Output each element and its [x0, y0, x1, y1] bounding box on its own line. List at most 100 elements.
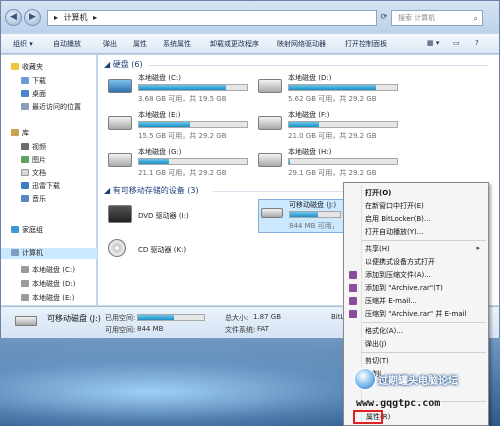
details-free-label: 可用空间:	[105, 326, 136, 334]
menu-item-open[interactable]: 打开(O)	[365, 188, 391, 198]
sidebar-item-videos[interactable]: 视频	[21, 142, 46, 152]
collapse-chevron-icon: ◢	[104, 60, 113, 69]
menu-item-enable-bitlocker[interactable]: 启用 BitLocker(B)...	[365, 214, 431, 224]
back-button[interactable]: ◀	[5, 9, 22, 26]
library-icon	[11, 129, 19, 136]
sidebar-item-library[interactable]: 库	[11, 128, 29, 138]
view-options-icon[interactable]: ▦ ▾	[427, 39, 439, 47]
help-icon[interactable]: ?	[475, 39, 479, 47]
usage-bar-fill	[139, 122, 190, 127]
recent-places-icon	[21, 103, 29, 110]
sidebar-item-recent[interactable]: 最近访问的位置	[21, 102, 81, 112]
drive-tile-dvd[interactable]: DVD 驱动器 (I:)	[108, 203, 258, 237]
control-panel-button[interactable]: 打开控制面板	[345, 39, 387, 49]
group-header-removable[interactable]: ◢ 有可移动存储的设备 (3)	[104, 185, 199, 196]
details-usage-bar-fill	[138, 315, 175, 320]
sidebar-item-disk-e[interactable]: 本地磁盘 (E:)	[21, 293, 74, 303]
drive-name: 本地磁盘 (E:)	[138, 111, 181, 119]
properties-button[interactable]: 属性	[133, 39, 147, 49]
drive-name: 本地磁盘 (D:)	[288, 74, 332, 82]
sidebar-item-computer[interactable]: 计算机	[1, 248, 97, 259]
drive-name: 本地磁盘 (C:)	[138, 74, 181, 82]
details-total-label: 总大小:	[225, 314, 249, 322]
menu-item-add-archive-rar[interactable]: 添加到 "Archive.rar"(T)	[365, 283, 443, 293]
usage-bar-fill	[290, 212, 318, 217]
usage-bar-fill	[139, 159, 170, 164]
autoplay-button[interactable]: 自动播放	[53, 39, 81, 49]
drive-tile-g[interactable]: 本地磁盘 (G:) 21.1 GB 可用，共 29.2 GB	[108, 147, 258, 181]
sidebar-item-documents[interactable]: 文档	[21, 168, 46, 178]
menu-item-open-autoplay[interactable]: 打开自动播放(Y)...	[365, 227, 423, 237]
forward-button[interactable]: ▶	[24, 9, 41, 26]
group-header-hard-disks[interactable]: ◢ 硬盘 (6)	[104, 59, 143, 70]
address-segment-computer[interactable]: 计算机	[64, 13, 88, 22]
drive-tile-d[interactable]: 本地磁盘 (D:) 5.62 GB 可用，共 29.2 GB	[258, 73, 408, 107]
usage-bar-fill	[139, 85, 227, 90]
search-icon[interactable]: ⌕	[474, 12, 478, 26]
cd-disc-icon	[108, 239, 126, 257]
sidebar-item-homegroup[interactable]: 家庭组	[11, 225, 43, 235]
usage-bar	[289, 211, 341, 218]
uninstall-button[interactable]: 卸载或更改程序	[210, 39, 259, 49]
drive-free-text: 5.62 GB 可用，共 29.2 GB	[288, 95, 377, 103]
menu-item-compress-rar-email[interactable]: 压缩到 "Archive.rar" 并 E-mail	[365, 309, 467, 319]
drive-name: DVD 驱动器 (I:)	[138, 212, 189, 220]
system-properties-button[interactable]: 系统属性	[163, 39, 191, 49]
download-folder-icon	[21, 77, 29, 84]
sidebar-item-pictures[interactable]: 图片	[21, 155, 46, 165]
drive-tile-cd[interactable]: CD 驱动器 (K:)	[108, 239, 258, 273]
menu-item-compress-email[interactable]: 压缩并 E-mail...	[365, 296, 417, 306]
refresh-icon[interactable]: ⟳	[379, 11, 389, 23]
sidebar-item-favorites[interactable]: 收藏夹	[11, 62, 43, 72]
menu-item-portable-open[interactable]: 以便携式设备方式打开	[365, 257, 435, 267]
document-icon	[21, 169, 29, 176]
sidebar-item-desktop[interactable]: 桌面	[21, 89, 46, 99]
usage-bar	[138, 84, 248, 91]
menu-item-open-new-window[interactable]: 在新窗口中打开(E)	[365, 201, 424, 211]
organize-button[interactable]: 组织 ▾	[13, 39, 33, 49]
drive-name: 本地磁盘 (G:)	[138, 148, 182, 156]
drive-tile-c[interactable]: 本地磁盘 (C:) 3.68 GB 可用，共 19.5 GB	[108, 73, 258, 107]
search-input[interactable]: 搜索 计算机 ⌕	[391, 10, 483, 26]
details-used-label: 已用空间:	[105, 314, 136, 322]
hard-drive-icon	[258, 116, 282, 130]
dvd-drive-icon	[108, 205, 132, 223]
drive-tile-usb-selected[interactable]: 可移动磁盘 (J:) 844 MB 可用，	[258, 199, 348, 233]
sidebar-item-music[interactable]: 音乐	[21, 194, 46, 204]
sidebar-item-downloads[interactable]: 下载	[21, 76, 46, 86]
sidebar-item-disk-d[interactable]: 本地磁盘 (D:)	[21, 279, 75, 289]
usage-bar	[138, 158, 248, 165]
collapse-chevron-icon: ◢	[104, 186, 113, 195]
eject-button[interactable]: 弹出	[103, 39, 117, 49]
drive-tile-e[interactable]: 本地磁盘 (E:) 15.5 GB 可用，共 29.2 GB	[108, 110, 258, 144]
menu-item-add-archive[interactable]: 添加到压缩文件(A)...	[365, 270, 431, 280]
watermark-url: www.gqgtpc.com	[356, 398, 441, 409]
winrar-icon	[349, 271, 357, 279]
menu-item-eject[interactable]: 弹出(J)	[365, 339, 387, 349]
details-usage-bar	[137, 314, 205, 321]
usage-bar-fill	[289, 122, 320, 127]
sidebar-item-disk-c[interactable]: 本地磁盘 (C:)	[21, 265, 75, 275]
address-chevron-icon[interactable]: ▸	[93, 13, 97, 22]
drive-tile-h[interactable]: 本地磁盘 (H:) 29.1 GB 可用，共 29.2 GB	[258, 147, 408, 181]
watermark: 过期罐头电脑论坛 www.gqgtpc.com	[350, 362, 500, 416]
winrar-icon	[349, 297, 357, 305]
drive-tile-f[interactable]: 本地磁盘 (F:) 21.0 GB 可用，共 29.2 GB	[258, 110, 408, 144]
details-drive-name: 可移动磁盘 (J:)	[47, 314, 101, 323]
command-bar: 组织 ▾ 自动播放 弹出 属性 系统属性 卸载或更改程序 映射网络驱动器 打开控…	[1, 34, 499, 54]
watermark-forum-name: 过期罐头电脑论坛	[378, 376, 458, 387]
search-placeholder: 搜索 计算机	[398, 14, 436, 22]
address-root-icon: ▸	[54, 13, 59, 22]
menu-separator	[362, 322, 486, 323]
usage-bar	[138, 121, 248, 128]
map-drive-button[interactable]: 映射网络驱动器	[277, 39, 326, 49]
preview-pane-icon[interactable]: ▭	[453, 39, 460, 47]
sidebar-item-xunlei[interactable]: 迅雷下载	[21, 181, 60, 191]
drive-name: CD 驱动器 (K:)	[138, 246, 187, 254]
menu-item-format[interactable]: 格式化(A)...	[365, 326, 403, 336]
menu-item-share[interactable]: 共享(H)	[365, 244, 390, 254]
drive-free-text: 21.1 GB 可用，共 29.2 GB	[138, 169, 227, 177]
address-bar[interactable]: ▸ 计算机 ▸	[47, 10, 377, 26]
highlight-box	[353, 410, 383, 424]
hard-drive-icon	[258, 153, 282, 167]
